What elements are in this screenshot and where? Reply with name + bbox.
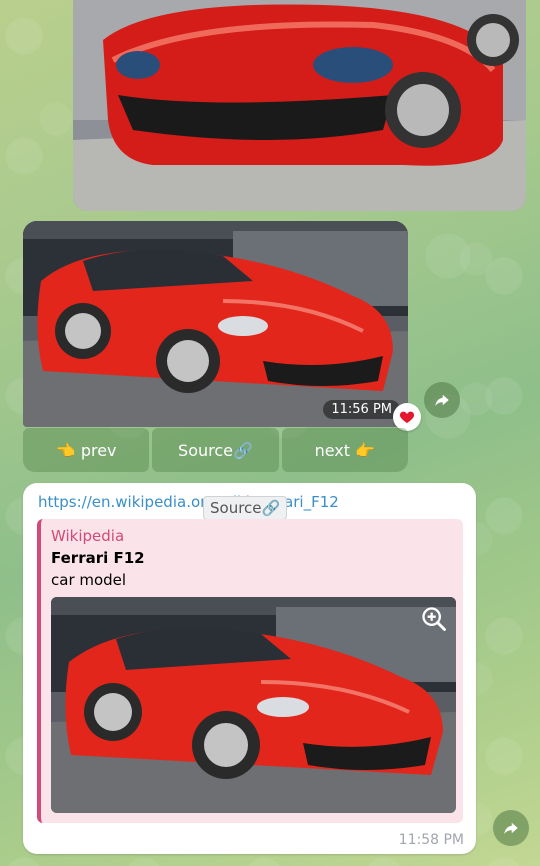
zoom-in-icon[interactable]: [420, 605, 448, 633]
preview-description: car model: [51, 571, 127, 589]
reaction-heart[interactable]: [393, 403, 421, 431]
preview-title: Ferrari F12: [51, 549, 145, 567]
share-arrow-icon: [504, 822, 518, 834]
share-button[interactable]: [424, 382, 460, 418]
link-tooltip: Source🔗: [203, 496, 288, 520]
car-photo-previous[interactable]: [73, 0, 526, 211]
car-photo-message[interactable]: 11:56 PM: [23, 221, 408, 427]
share-button[interactable]: [493, 810, 529, 846]
preview-site-name: Wikipedia: [51, 527, 125, 545]
inline-keyboard: 👈 prev Source🔗 next 👉: [23, 428, 408, 472]
message-link[interactable]: https://en.wikipedia.org/wiki/Ferrari_F1…: [38, 493, 339, 511]
heart-icon: [399, 411, 415, 423]
prev-button[interactable]: 👈 prev: [23, 428, 150, 472]
source-button[interactable]: Source🔗: [152, 428, 279, 472]
preview-image[interactable]: [51, 597, 456, 813]
message-time: 11:56 PM: [323, 400, 400, 419]
message-time: 11:58 PM: [398, 832, 464, 848]
link-preview[interactable]: Wikipedia Ferrari F12 car model: [37, 519, 463, 823]
next-button[interactable]: next 👉: [281, 428, 408, 472]
share-arrow-icon: [435, 394, 449, 406]
link-message-bubble: https://en.wikipedia.org/wiki/Ferrari_F1…: [23, 483, 476, 854]
